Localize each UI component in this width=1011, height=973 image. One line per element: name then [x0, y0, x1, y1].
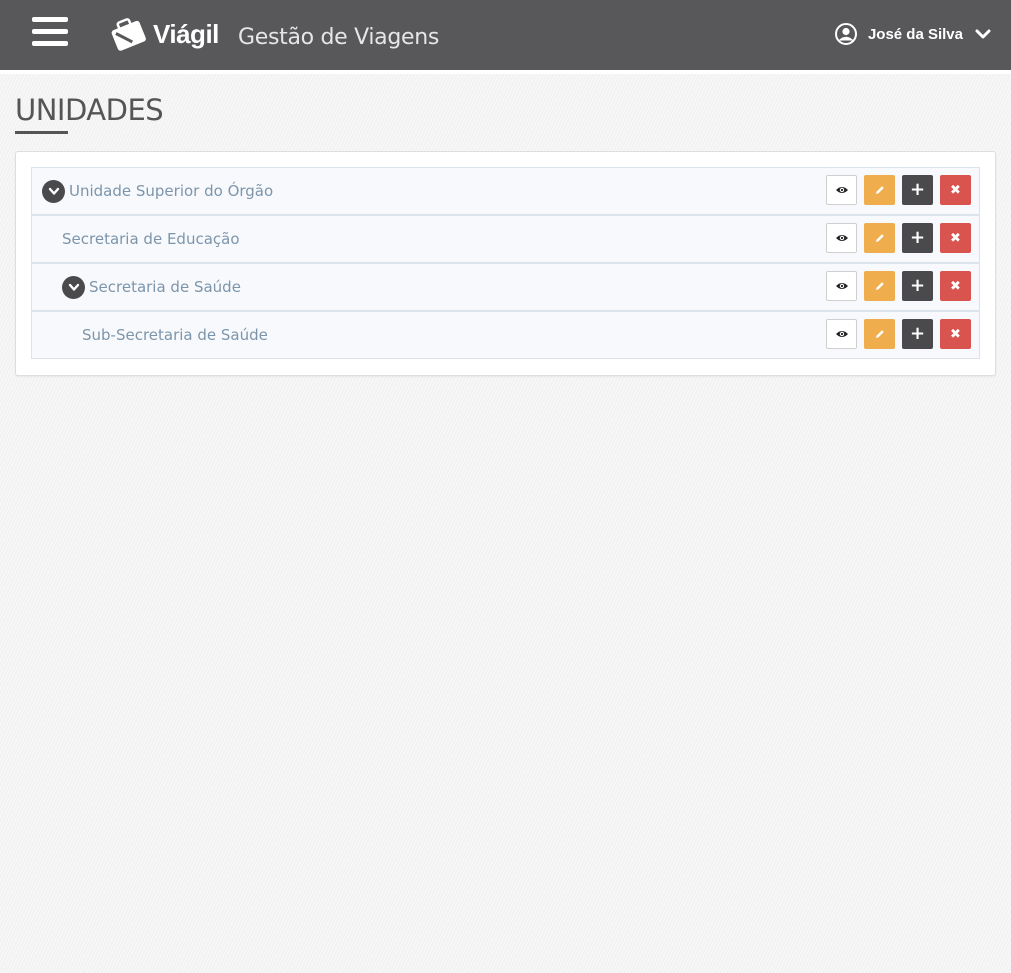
tree-row: Sub-Secretaria de Saúde + ✖ [31, 311, 980, 359]
pencil-icon [875, 234, 884, 242]
eye-icon [835, 331, 848, 337]
pencil-icon [875, 330, 884, 338]
plus-icon: + [909, 227, 926, 248]
delete-button[interactable]: ✖ [940, 271, 971, 301]
chevron-down-icon[interactable] [975, 28, 991, 40]
tree-row: Secretaria de Saúde + ✖ [31, 263, 980, 311]
title-underline [15, 131, 68, 134]
edit-button[interactable] [864, 175, 895, 205]
collapse-toggle[interactable] [42, 179, 65, 203]
chevron-down-icon [48, 187, 59, 195]
plus-icon: + [909, 275, 926, 296]
row-actions: + ✖ [819, 271, 971, 301]
user-menu[interactable]: José da Silva [834, 23, 991, 45]
view-button[interactable] [826, 319, 857, 349]
tree-row-label[interactable]: Sub-Secretaria de Saúde [82, 326, 268, 344]
close-icon: ✖ [950, 326, 961, 342]
user-avatar-icon [834, 23, 857, 45]
view-button[interactable] [826, 271, 857, 301]
row-actions: + ✖ [819, 319, 971, 349]
edit-button[interactable] [864, 319, 895, 349]
delete-button[interactable]: ✖ [940, 175, 971, 205]
tree-row-label[interactable]: Secretaria de Educação [62, 230, 240, 248]
eye-icon [835, 187, 848, 193]
add-child-button[interactable]: + [902, 319, 933, 349]
tree-row-label[interactable]: Secretaria de Saúde [89, 278, 241, 296]
collapse-toggle[interactable] [62, 275, 85, 299]
suitcase-logo-icon [111, 18, 146, 51]
close-icon: ✖ [950, 230, 961, 246]
close-icon: ✖ [950, 182, 961, 198]
row-actions: + ✖ [819, 223, 971, 253]
view-button[interactable] [826, 175, 857, 205]
tree-row: Secretaria de Educação + ✖ [31, 215, 980, 263]
add-child-button[interactable]: + [902, 175, 933, 205]
top-navbar: Viágil Gestão de Viagens José da Silva [0, 0, 1011, 74]
chevron-down-icon [68, 283, 79, 291]
app-logo[interactable]: Viágil [107, 16, 219, 52]
menu-icon[interactable] [32, 17, 68, 47]
view-button[interactable] [826, 223, 857, 253]
user-name: José da Silva [867, 25, 963, 43]
page-title: UNIDADES [15, 93, 164, 127]
plus-icon: + [909, 179, 926, 200]
eye-icon [835, 283, 848, 289]
edit-button[interactable] [864, 271, 895, 301]
eye-icon [835, 235, 848, 241]
app-title: Gestão de Viagens [238, 25, 440, 50]
edit-button[interactable] [864, 223, 895, 253]
delete-button[interactable]: ✖ [940, 223, 971, 253]
delete-button[interactable]: ✖ [940, 319, 971, 349]
tree-row-label[interactable]: Unidade Superior do Órgão [69, 182, 273, 200]
add-child-button[interactable]: + [902, 271, 933, 301]
pencil-icon [875, 186, 884, 194]
close-icon: ✖ [950, 278, 961, 294]
add-child-button[interactable]: + [902, 223, 933, 253]
tree-row: Unidade Superior do Órgão + ✖ [31, 167, 980, 215]
logo-text: Viágil [153, 18, 219, 49]
pencil-icon [875, 282, 884, 290]
units-panel: Unidade Superior do Órgão + ✖ Secretaria… [15, 151, 996, 376]
row-actions: + ✖ [819, 175, 971, 205]
page-header: UNIDADES [15, 93, 164, 134]
plus-icon: + [909, 323, 926, 344]
